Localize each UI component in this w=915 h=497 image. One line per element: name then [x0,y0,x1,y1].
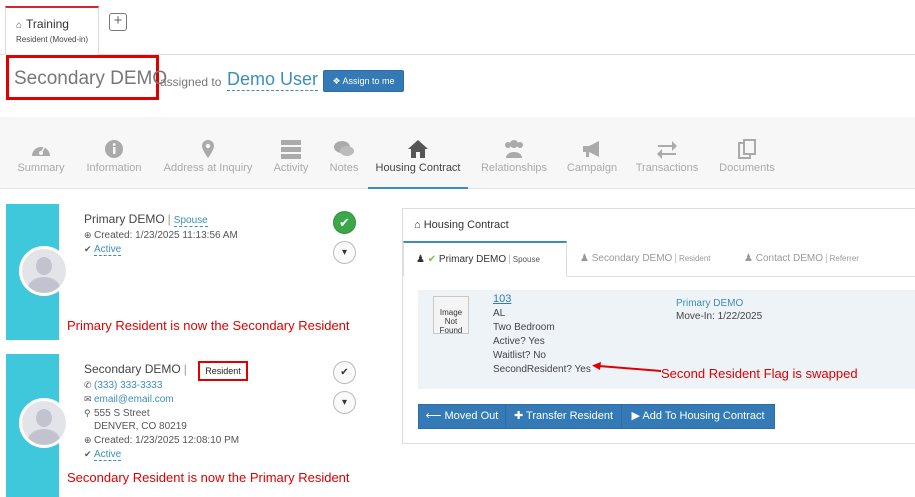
nav-documents[interactable]: Documents [714,117,780,189]
info-icon [82,139,146,159]
dashboard-icon [12,139,70,159]
tab-primary-demo[interactable]: ♟ ✔ Primary DEMO | Spouse [403,241,567,277]
housing-contract-panel: ⌂ Housing Contract ♟ ✔ Primary DEMO | Spou… [402,208,915,444]
role-link[interactable]: Spouse [173,215,208,227]
envelope-icon: ✉ [84,394,92,404]
avatar [19,246,69,296]
map-marker-icon: ⚲ [84,408,91,418]
unit-type: Two Bedroom [493,322,555,333]
bullhorn-icon [562,139,622,159]
active-flag: Active? Yes [493,336,545,347]
status-line: ✔ Active [84,449,122,461]
unit-details: Image Not Found 103 AL Two Bedroom Activ… [418,290,915,389]
status-link[interactable]: Active [94,449,122,461]
home-icon: ⌂ [414,219,424,231]
avatar [19,398,69,448]
primary-check-button[interactable]: ✔ [333,211,356,234]
person-name: Primary DEMO | Spouse [84,212,208,227]
assigned-label: assigned to [160,75,222,89]
exchange-icon [632,139,702,159]
nav-activity[interactable]: Activity [268,117,314,189]
nav-summary[interactable]: Summary [12,117,70,189]
waitlist-flag: Waitlist? No [493,350,546,361]
email-link[interactable]: email@email.com [94,394,174,405]
created-line: ⊕ Created: 1/23/2025 11:13:56 AM [84,230,238,241]
annotation-text: Primary Resident is now the Secondary Re… [67,318,350,333]
nav-relationships[interactable]: Relationships [478,117,550,189]
nav-campaign[interactable]: Campaign [562,117,622,189]
files-icon [714,139,780,159]
second-resident-flag: SecondResident? Yes [493,364,591,375]
map-marker-icon [160,139,256,159]
plus-icon: ✚ [513,410,527,422]
status-link[interactable]: Active [94,244,122,256]
arrow-left-icon: ⟵ [425,410,445,422]
sign-in-icon: ▶ [631,410,643,422]
user-icon: ♟ [416,254,425,265]
email-line: ✉ email@email.com [84,394,174,405]
nav-transactions[interactable]: Transactions [632,117,702,189]
person-card-secondary: Secondary DEMO | Resident ✆ (333) 333-3333… [6,354,378,497]
resident-name: Primary DEMO [676,298,744,309]
tab-title: ⌂ Training [16,17,69,31]
add-tab-button[interactable]: + [109,13,127,31]
person-name: Secondary DEMO | [84,362,187,376]
tab-training[interactable]: ⌂ Training Resident (Moved-in) [5,6,99,55]
annotation-text: Second Resident Flag is swapped [661,366,858,381]
tab-contact-demo[interactable]: ♟ Contact DEMO | Referrer [732,241,859,277]
unit-number-line: 103 [493,293,511,305]
panel-title: ⌂ Housing Contract [414,219,509,231]
plus-circle-icon: ⊕ [84,435,92,445]
home-icon [368,139,468,159]
phone-icon: ✆ [84,380,92,390]
person-card-primary: Primary DEMO | Spouse ⊕ Created: 1/23/2025 … [6,204,378,340]
unit-number-link[interactable]: 103 [493,293,511,305]
move-in-date: Move-In: 1/22/2025 [676,311,763,322]
created-line: ⊕ Created: 1/23/2025 12:08:10 PM [84,435,240,446]
annotation-arrow [592,362,661,372]
user-icon: ♟ [580,253,589,264]
users-icon [478,139,550,159]
annotation-text: Secondary Resident is now the Primary Re… [67,470,350,485]
page-title: Secondary DEMO [14,68,168,89]
city-line: DENVER, CO 80219 [94,421,187,432]
phone-line: ✆ (333) 333-3333 [84,380,162,391]
transfer-resident-button[interactable]: ✚ Transfer Resident [505,404,622,429]
assign-icon: ❖ [332,76,343,86]
nav-housing-contract[interactable]: Housing Contract [368,117,468,189]
assign-to-me-button[interactable]: ❖ Assign to me [323,70,404,92]
moved-out-button[interactable]: ⟵ Moved Out [418,404,506,429]
tasks-icon [268,139,314,159]
set-primary-button[interactable]: ✔ [333,361,356,384]
tab-secondary-demo[interactable]: ♟ Secondary DEMO | Resident [568,241,711,277]
tab-strip: ⌂ Training Resident (Moved-in) + [0,0,915,55]
status-line: ✔ Active [84,244,122,256]
unit-image-placeholder: Image Not Found [433,296,469,335]
check-icon: ✔ [427,254,437,265]
role-badge[interactable]: Resident [198,361,248,381]
card-menu-button[interactable]: ▾ [333,241,356,264]
user-icon: ♟ [744,253,753,264]
tab-subtitle: Resident (Moved-in) [16,35,89,44]
nav-information[interactable]: Information [82,117,146,189]
card-menu-button[interactable]: ▾ [333,391,356,414]
nav-address[interactable]: Address at Inquiry [160,117,256,189]
street-line: ⚲ 555 S Street [84,408,150,419]
comments-icon [326,139,362,159]
check-icon: ✔ [84,244,92,254]
nav-notes[interactable]: Notes [326,117,362,189]
phone-link[interactable]: (333) 333-3333 [94,380,162,391]
add-to-housing-contract-button[interactable]: ▶ Add To Housing Contract [621,404,775,429]
home-icon: ⌂ [16,20,23,31]
section-nav: Summary Information Address at Inquiry A… [0,117,915,189]
check-icon: ✔ [84,449,92,459]
assigned-user-link[interactable]: Demo User [227,68,319,91]
resident-tabs: ♟ ✔ Primary DEMO | Spouse ♟ Secondary DEMO… [403,241,915,277]
plus-circle-icon: ⊕ [84,230,92,240]
care-level: AL [493,308,506,319]
